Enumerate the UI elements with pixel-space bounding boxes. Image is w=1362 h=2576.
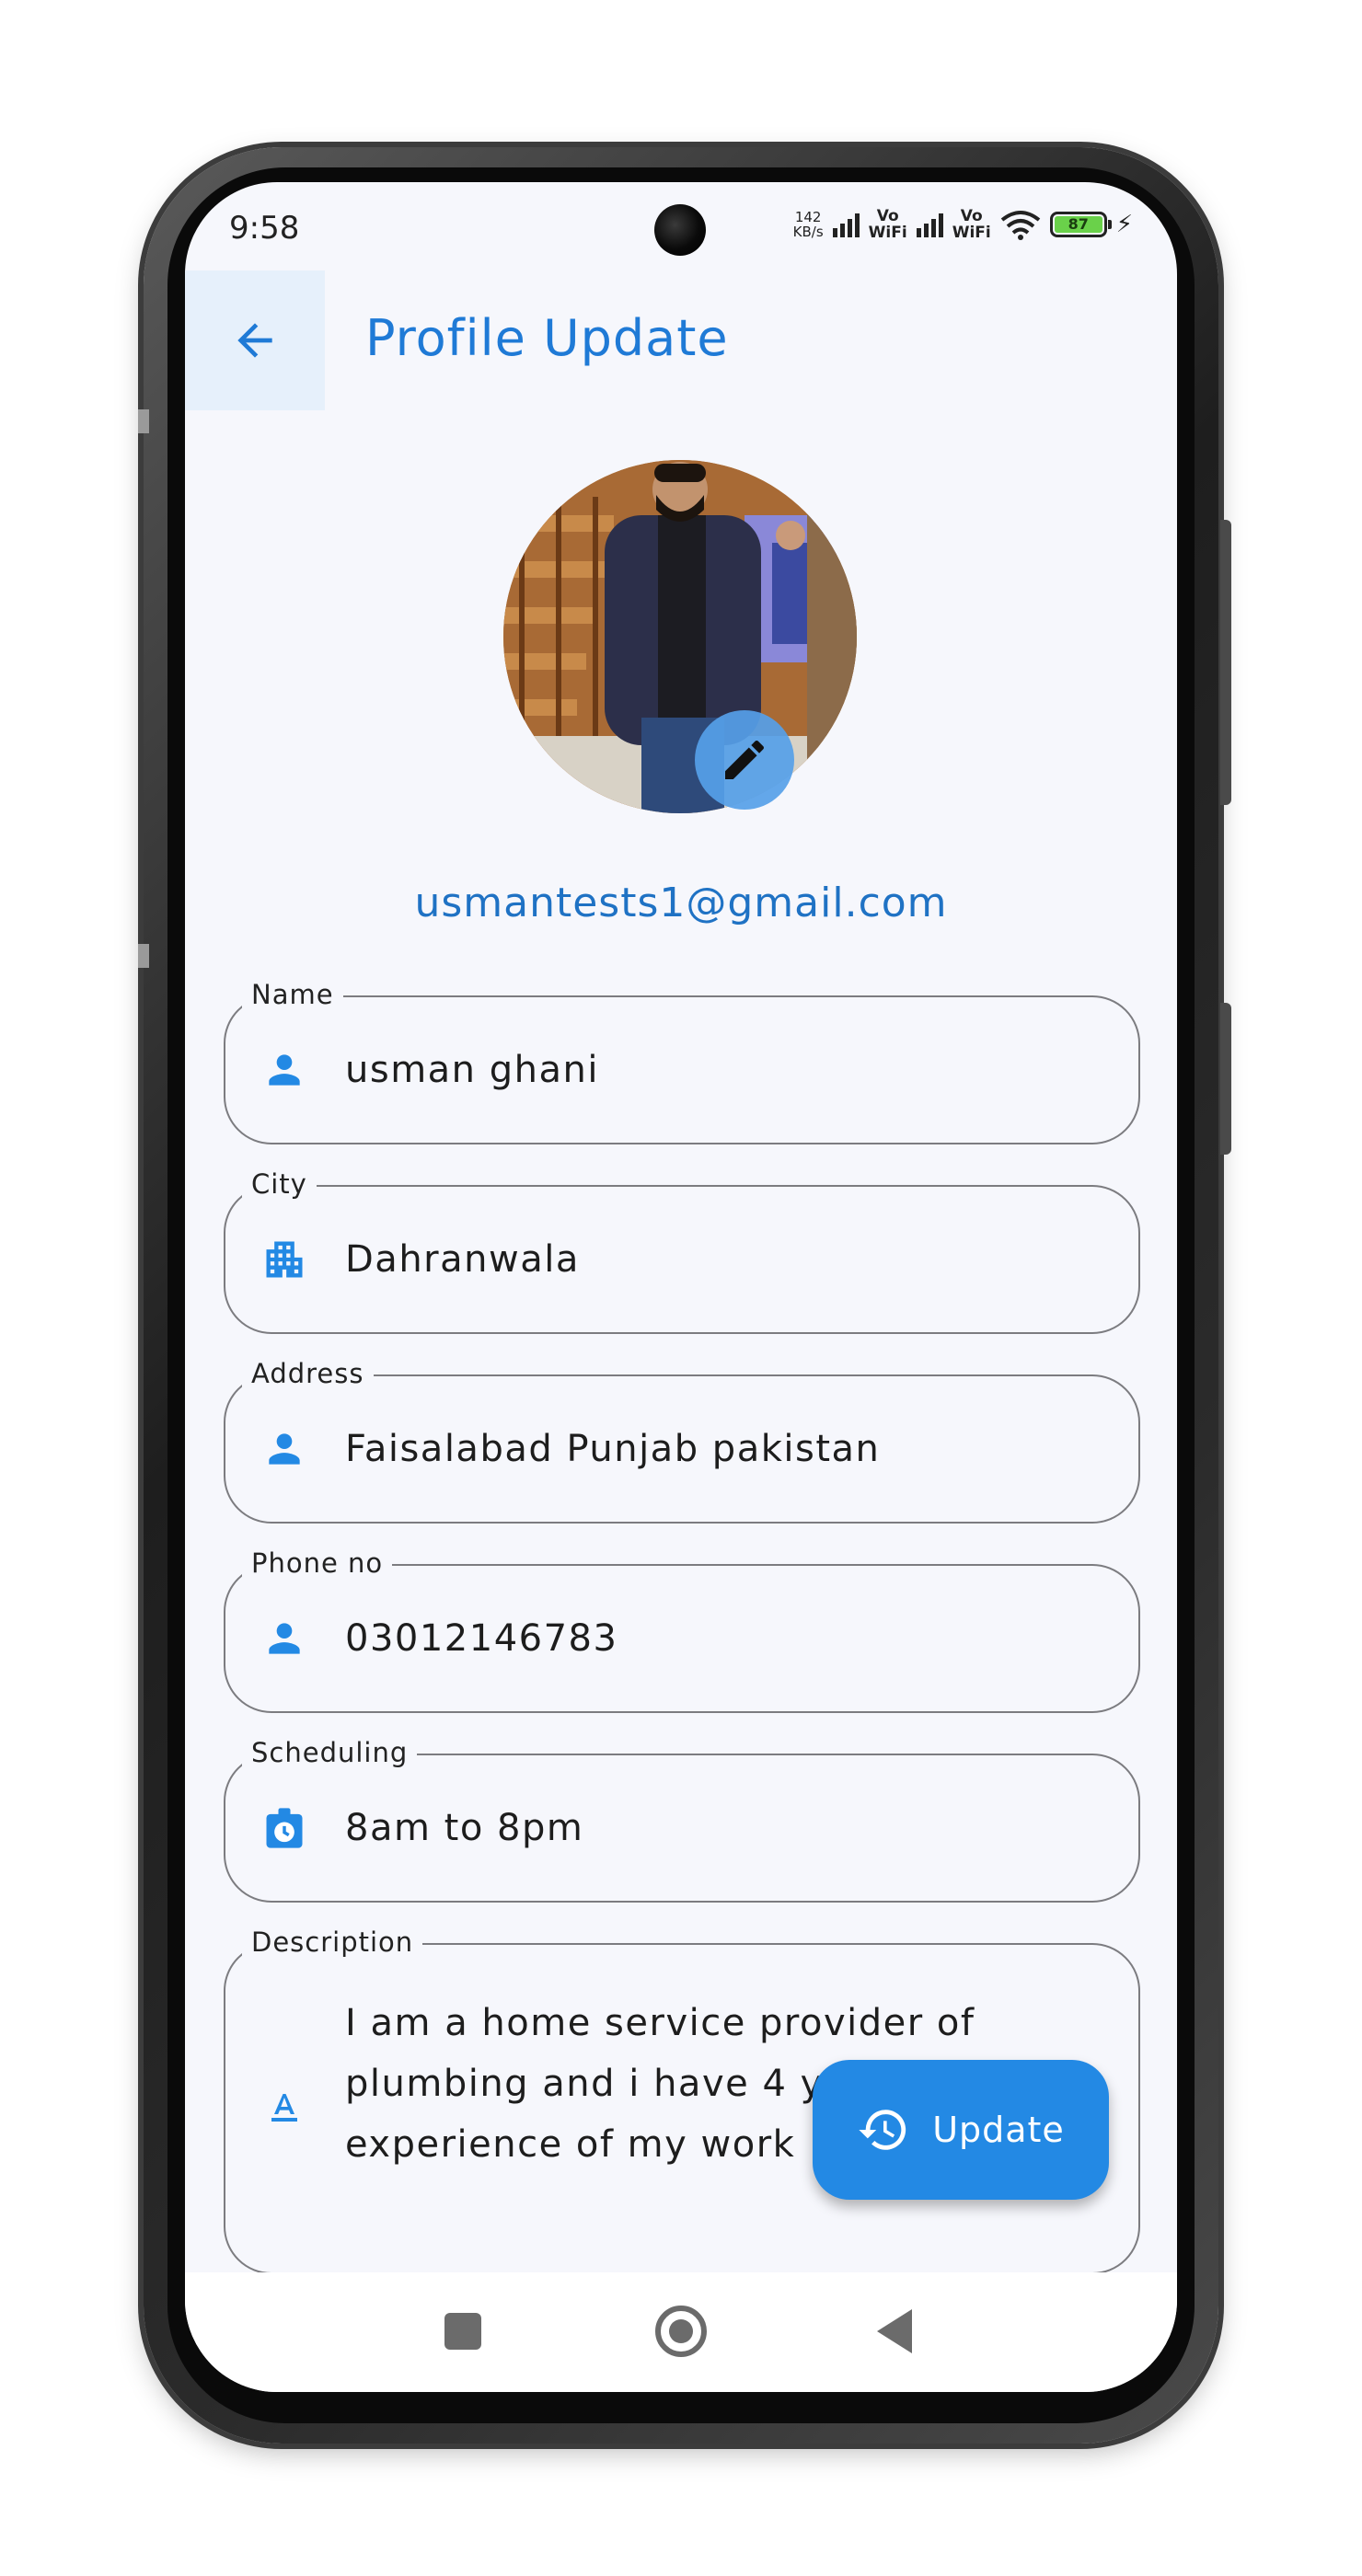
profile-avatar[interactable] bbox=[503, 460, 857, 813]
profile-email: usmantests1@gmail.com bbox=[414, 880, 948, 926]
network-speed-unit: KB/s bbox=[792, 224, 824, 240]
scheduling-input[interactable]: 8am to 8pm bbox=[345, 1807, 583, 1849]
edit-avatar-button[interactable] bbox=[695, 710, 794, 810]
status-icons: 142 KB/s Vo WiFi Vo WiFi 87 ⚡ bbox=[793, 208, 1133, 241]
name-label: Name bbox=[242, 979, 343, 1010]
address-field[interactable]: Address Faisalabad Punjab pakistan bbox=[224, 1358, 1140, 1524]
person-icon bbox=[260, 1425, 308, 1473]
back-button[interactable] bbox=[185, 270, 325, 410]
app-screen: 9:58 142 KB/s Vo WiFi Vo WiFi 87 ⚡ Profi… bbox=[185, 182, 1177, 2392]
text-format-icon bbox=[260, 2085, 308, 2133]
network-speed: 142 KB/s bbox=[793, 210, 824, 239]
person-icon bbox=[260, 1046, 308, 1094]
city-input[interactable]: Dahranwala bbox=[345, 1238, 580, 1281]
apartment-icon bbox=[260, 1236, 308, 1283]
update-button[interactable]: Update bbox=[813, 2060, 1109, 2200]
charging-icon: ⚡ bbox=[1115, 211, 1133, 238]
battery-level: 87 bbox=[1054, 216, 1102, 233]
status-time: 9:58 bbox=[229, 210, 300, 247]
vowifi-icon: Vo WiFi bbox=[952, 208, 991, 241]
wifi-icon bbox=[1000, 211, 1040, 240]
power-button bbox=[1220, 1003, 1231, 1155]
vowifi-icon: Vo WiFi bbox=[869, 208, 907, 241]
app-bar: Profile Update bbox=[185, 270, 1177, 410]
pencil-icon bbox=[725, 740, 765, 779]
city-label: City bbox=[242, 1168, 317, 1200]
vowifi-text: WiFi bbox=[868, 224, 907, 242]
frame-antenna-line bbox=[138, 944, 149, 968]
page-title: Profile Update bbox=[365, 309, 729, 367]
battery-icon: 87 bbox=[1049, 212, 1112, 237]
volume-button bbox=[1220, 520, 1231, 805]
name-field[interactable]: Name usman ghani bbox=[224, 979, 1140, 1144]
phone-label: Phone no bbox=[242, 1547, 393, 1579]
name-input[interactable]: usman ghani bbox=[345, 1049, 599, 1091]
phone-input[interactable]: 03012146783 bbox=[345, 1617, 618, 1660]
address-label: Address bbox=[242, 1358, 374, 1389]
scheduling-label: Scheduling bbox=[242, 1737, 418, 1768]
arrow-back-icon bbox=[237, 323, 272, 358]
frame-antenna-line bbox=[138, 409, 149, 433]
front-camera bbox=[654, 204, 706, 256]
profile-photo bbox=[503, 460, 857, 813]
vowifi-text: Vo bbox=[960, 207, 983, 225]
system-back-button[interactable] bbox=[877, 2309, 912, 2353]
recents-button[interactable] bbox=[444, 2313, 481, 2350]
update-button-label: Update bbox=[932, 2110, 1065, 2150]
status-bar: 9:58 142 KB/s Vo WiFi Vo WiFi 87 ⚡ bbox=[185, 182, 1177, 274]
address-input[interactable]: Faisalabad Punjab pakistan bbox=[345, 1428, 880, 1470]
description-label: Description bbox=[242, 1926, 423, 1958]
clock-bag-icon bbox=[260, 1804, 308, 1852]
home-button[interactable] bbox=[655, 2306, 707, 2357]
signal-icon bbox=[832, 212, 860, 237]
phone-field[interactable]: Phone no 03012146783 bbox=[224, 1547, 1140, 1713]
scheduling-field[interactable]: Scheduling 8am to 8pm bbox=[224, 1737, 1140, 1903]
city-field[interactable]: City Dahranwala bbox=[224, 1168, 1140, 1334]
signal-icon bbox=[916, 212, 943, 237]
refresh-clock-icon bbox=[859, 2110, 906, 2150]
system-nav-bar bbox=[185, 2272, 1177, 2392]
vowifi-text: Vo bbox=[876, 207, 899, 225]
network-speed-value: 142 bbox=[794, 209, 822, 225]
vowifi-text: WiFi bbox=[952, 224, 991, 242]
person-icon bbox=[260, 1615, 308, 1662]
